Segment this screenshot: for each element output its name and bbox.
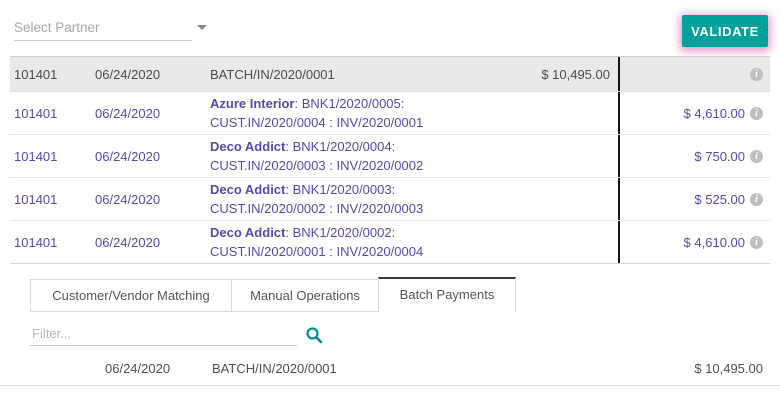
select-partner-input[interactable]	[14, 20, 191, 35]
line-date: 06/24/2020	[91, 235, 206, 250]
line-label: Azure Interior: BNK1/2020/0005: CUST.IN/…	[206, 94, 498, 132]
line-amount: $ 750.00	[694, 149, 745, 164]
info-icon[interactable]	[750, 193, 763, 206]
validate-button[interactable]: VALIDATE	[682, 15, 768, 47]
statement-amount: $ 10,495.00	[498, 67, 618, 82]
tab-customer-vendor-matching[interactable]: Customer/Vendor Matching	[30, 279, 232, 312]
search-icon	[305, 326, 323, 344]
reconciliation-table: 101401 06/24/2020 BATCH/IN/2020/0001 $ 1…	[10, 56, 770, 264]
line-ref: : BNK1/2020/0005:	[295, 96, 405, 111]
reconciliation-tabs: Customer/Vendor Matching Manual Operatio…	[30, 277, 516, 312]
line-date: 06/24/2020	[91, 192, 206, 207]
tab-batch-payments[interactable]: Batch Payments	[378, 277, 516, 312]
batch-filter-field[interactable]	[30, 323, 297, 346]
reconciliation-widget: VALIDATE 101401 06/24/2020 BATCH/IN/2020…	[0, 0, 780, 401]
batch-amount: $ 10,495.00	[694, 361, 763, 376]
partner-name: Deco Addict	[210, 139, 285, 154]
proposition-row[interactable]: 101401 06/24/2020 Azure Interior: BNK1/2…	[10, 92, 770, 135]
info-icon[interactable]	[750, 68, 763, 81]
partner-name: Deco Addict	[210, 225, 285, 240]
batch-filter-input[interactable]	[30, 323, 297, 344]
info-icon[interactable]	[750, 150, 763, 163]
line-ref: : BNK1/2020/0003:	[285, 182, 395, 197]
line-date: 06/24/2020	[91, 149, 206, 164]
proposition-row[interactable]: 101401 06/24/2020 Deco Addict: BNK1/2020…	[10, 221, 770, 264]
line-ref2: CUST.IN/2020/0004 : INV/2020/0001	[210, 113, 498, 132]
line-ref: : BNK1/2020/0004:	[285, 139, 395, 154]
line-date: 06/24/2020	[91, 106, 206, 121]
line-amount: $ 4,610.00	[684, 106, 745, 121]
statement-label: BATCH/IN/2020/0001	[206, 65, 498, 84]
batch-date: 06/24/2020	[105, 361, 212, 376]
line-label: Deco Addict: BNK1/2020/0002: CUST.IN/202…	[206, 223, 498, 261]
account-code: 101401	[10, 235, 91, 250]
line-ref2: CUST.IN/2020/0003 : INV/2020/0002	[210, 156, 498, 175]
tab-manual-operations[interactable]: Manual Operations	[231, 279, 379, 312]
partner-name: Deco Addict	[210, 182, 285, 197]
partner-name: Azure Interior	[210, 96, 295, 111]
line-ref2: CUST.IN/2020/0002 : INV/2020/0003	[210, 199, 498, 218]
statement-line-row: 101401 06/24/2020 BATCH/IN/2020/0001 $ 1…	[10, 57, 770, 92]
line-ref: : BNK1/2020/0002:	[285, 225, 395, 240]
line-amount: $ 4,610.00	[684, 235, 745, 250]
select-partner-dropdown[interactable]	[14, 14, 192, 41]
account-code: 101401	[10, 149, 91, 164]
proposition-row[interactable]: 101401 06/24/2020 Deco Addict: BNK1/2020…	[10, 178, 770, 221]
account-code: 101401	[10, 67, 91, 82]
info-icon[interactable]	[750, 236, 763, 249]
batch-label: BATCH/IN/2020/0001	[212, 361, 694, 376]
line-ref2: CUST.IN/2020/0001 : INV/2020/0004	[210, 242, 498, 261]
line-amount: $ 525.00	[694, 192, 745, 207]
account-code: 101401	[10, 192, 91, 207]
info-icon[interactable]	[750, 107, 763, 120]
proposition-row[interactable]: 101401 06/24/2020 Deco Addict: BNK1/2020…	[10, 135, 770, 178]
statement-date: 06/24/2020	[91, 67, 206, 82]
batch-payment-row[interactable]: 06/24/2020 BATCH/IN/2020/0001 $ 10,495.0…	[0, 352, 780, 386]
account-code: 101401	[10, 106, 91, 121]
line-label: Deco Addict: BNK1/2020/0003: CUST.IN/202…	[206, 180, 498, 218]
line-label: Deco Addict: BNK1/2020/0004: CUST.IN/202…	[206, 137, 498, 175]
statement-right-cell	[618, 57, 770, 91]
chevron-down-icon[interactable]	[197, 25, 207, 30]
